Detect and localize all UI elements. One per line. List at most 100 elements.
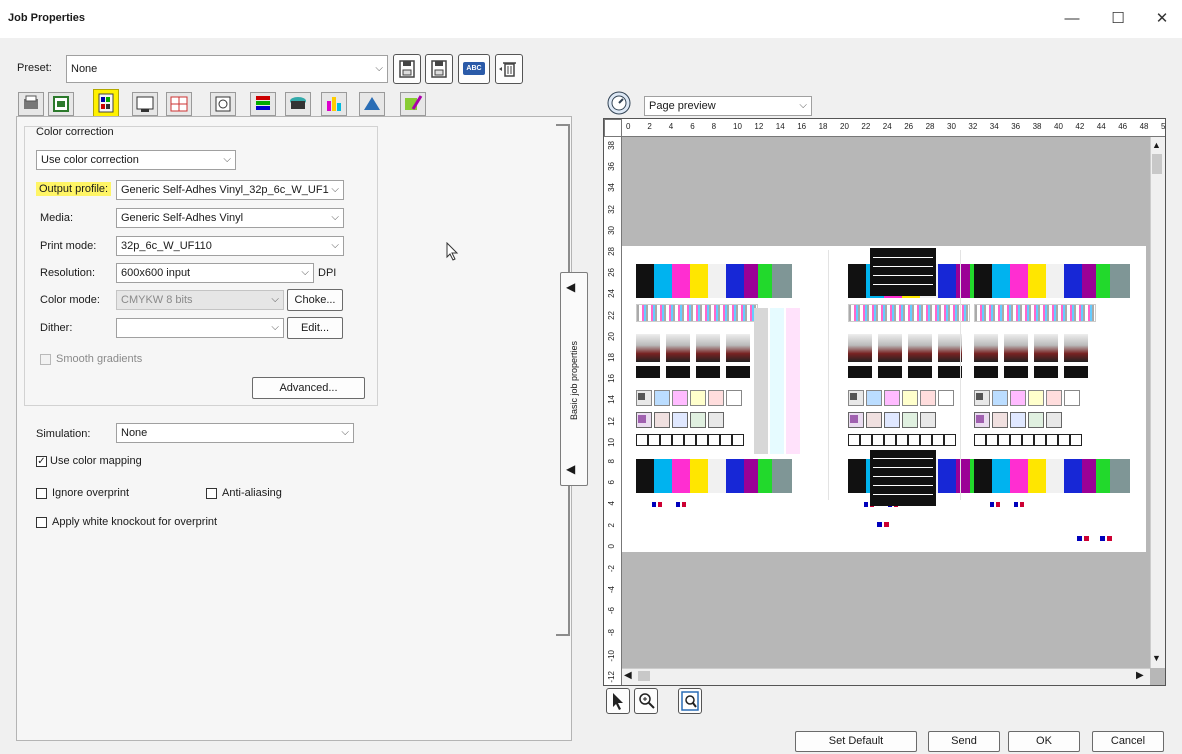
send-button[interactable]: Send	[928, 731, 1000, 752]
swatch	[758, 264, 772, 298]
chevron-down-icon: ⌵	[271, 322, 279, 333]
dither-dropdown[interactable]: ⌵	[116, 318, 284, 338]
maximize-button[interactable]: ☐	[1098, 6, 1138, 32]
white-knockout-checkbox[interactable]	[36, 517, 47, 528]
color-mode-dropdown[interactable]: CMYKW 8 bits ⌵	[116, 290, 284, 310]
preset-dropdown[interactable]: None ⌵	[66, 55, 388, 83]
swatch	[1028, 412, 1044, 428]
swatch	[828, 250, 829, 500]
ruler-v-tick: 10	[607, 437, 616, 447]
swatch	[672, 264, 690, 298]
chart-tab-icon[interactable]	[321, 92, 347, 116]
swatch	[636, 334, 660, 362]
printer-tab-icon[interactable]	[18, 92, 44, 116]
advanced-button[interactable]: Advanced...	[252, 377, 365, 399]
color-bars-tab-icon[interactable]	[250, 92, 276, 116]
ruler-v-tick: 14	[607, 395, 616, 405]
swatch	[708, 390, 724, 406]
ruler-h-tick: 22	[861, 122, 871, 131]
title-bar	[0, 0, 1182, 38]
zoom-tool[interactable]	[678, 688, 702, 714]
cancel-button[interactable]: Cancel	[1092, 731, 1164, 752]
scroll-up-icon[interactable]: ▲	[1152, 140, 1161, 150]
swatch	[1034, 366, 1058, 378]
rename-preset-icon[interactable]: ABC	[458, 54, 490, 84]
ok-button[interactable]: OK	[1008, 731, 1080, 752]
swatch	[638, 393, 645, 400]
swatch	[870, 450, 936, 506]
ruler-v-tick: 18	[607, 353, 616, 362]
swatch	[938, 334, 962, 362]
color-tab-icon[interactable]	[93, 89, 119, 117]
horizontal-scrollbar[interactable]	[622, 668, 1150, 685]
choke-button[interactable]: Choke...	[287, 289, 343, 311]
refresh-preview-icon[interactable]	[606, 90, 632, 116]
vertical-scroll-thumb[interactable]	[1152, 154, 1162, 174]
close-button[interactable]: ✕	[1142, 6, 1182, 32]
horizontal-scroll-thumb[interactable]	[638, 671, 650, 681]
ruler-h-tick: 24	[882, 122, 892, 131]
ink-tab-icon[interactable]	[285, 92, 311, 116]
scroll-left-icon[interactable]: ◀	[624, 670, 632, 681]
swatch	[1107, 536, 1112, 541]
swatch	[976, 415, 984, 423]
ruler-h-tick: 8	[711, 122, 717, 131]
output-profile-dropdown[interactable]: Generic Self-Adhes Vinyl_32p_6c_W_UF1 ⌵	[116, 180, 344, 200]
swatch	[938, 366, 962, 378]
color-correction-mode-dropdown[interactable]: Use color correction ⌵	[36, 150, 236, 170]
swatch	[708, 434, 720, 446]
media-dropdown[interactable]: Generic Self-Adhes Vinyl ⌵	[116, 208, 344, 228]
collapse-left-icon-bottom[interactable]: ◀	[566, 462, 575, 476]
swatch	[636, 366, 660, 378]
edit-dither-button[interactable]: Edit...	[287, 317, 343, 339]
marks-tab-icon[interactable]	[210, 92, 236, 116]
anti-aliasing-checkbox[interactable]	[206, 488, 217, 499]
swatch	[920, 390, 936, 406]
swatch	[1004, 366, 1028, 378]
save-preset-icon[interactable]	[393, 54, 421, 84]
color-edit-tab-icon[interactable]	[400, 92, 426, 116]
swatch	[1064, 390, 1080, 406]
pointer-tool[interactable]	[606, 688, 630, 714]
spot-tab-icon[interactable]	[359, 92, 385, 116]
ruler-h-tick: 42	[1075, 122, 1085, 131]
swatch	[872, 434, 884, 446]
use-color-mapping-checkbox[interactable]: ✓	[36, 456, 47, 467]
swatch	[860, 434, 872, 446]
preview-mode-dropdown[interactable]: Page preview ⌵	[644, 96, 812, 116]
set-default-button[interactable]: Set Default	[795, 731, 917, 752]
smooth-gradients-checkbox[interactable]	[40, 354, 51, 365]
swatch	[1046, 434, 1058, 446]
minimize-button[interactable]: —	[1052, 6, 1092, 32]
scroll-down-icon[interactable]: ▼	[1152, 653, 1161, 663]
swatch	[920, 412, 936, 428]
zoom-in-tool[interactable]	[634, 688, 658, 714]
swatch	[1064, 366, 1088, 378]
swatch	[974, 366, 998, 378]
white-knockout-label: Apply white knockout for overprint	[52, 516, 218, 528]
swatch	[744, 459, 758, 493]
collapse-left-icon[interactable]: ◀	[566, 280, 575, 294]
layout-tab-icon[interactable]	[48, 92, 74, 116]
swatch	[974, 334, 998, 362]
print-mode-dropdown[interactable]: 32p_6c_W_UF110 ⌵	[116, 236, 344, 256]
resolution-dropdown[interactable]: 600x600 input ⌵	[116, 263, 314, 283]
swatch	[920, 434, 932, 446]
swatch	[1020, 502, 1024, 507]
swatch	[1022, 434, 1034, 446]
swatch	[1010, 412, 1026, 428]
simulation-dropdown[interactable]: None ⌵	[116, 423, 354, 443]
swatch	[992, 412, 1008, 428]
tiling-tab-icon[interactable]	[166, 92, 192, 116]
media-label: Media:	[40, 212, 74, 224]
swatch	[1077, 536, 1082, 541]
scroll-right-icon[interactable]: ▶	[1136, 670, 1144, 681]
vertical-scrollbar[interactable]	[1150, 137, 1165, 668]
swatch	[996, 502, 1000, 507]
swatch	[974, 264, 992, 298]
save-as-preset-icon[interactable]	[425, 54, 453, 84]
delete-preset-icon[interactable]	[495, 54, 523, 84]
page-tab-icon[interactable]	[132, 92, 158, 116]
swatch	[974, 434, 986, 446]
ignore-overprint-checkbox[interactable]	[36, 488, 47, 499]
